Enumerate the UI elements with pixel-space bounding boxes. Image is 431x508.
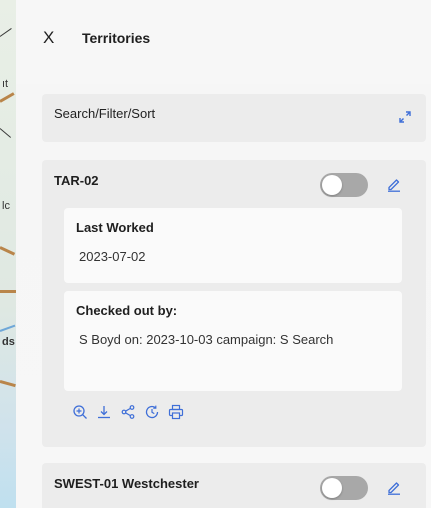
territory-toggle[interactable] [320,173,368,197]
checked-out-box: Checked out by: S Boyd on: 2023-10-03 ca… [64,291,402,391]
zoom-in-icon[interactable] [72,404,88,420]
print-icon[interactable] [168,404,184,420]
territory-card: SWEST-01 Westchester [42,463,426,508]
checked-out-value: S Boyd on: 2023-10-03 campaign: S Search [79,332,334,347]
expand-icon[interactable] [398,110,412,124]
search-filter-sort-label: Search/Filter/Sort [54,106,156,121]
territory-name: SWEST-01 Westchester [54,476,199,491]
search-filter-sort-bar[interactable]: Search/Filter/Sort [42,94,426,142]
map-label: ds [2,336,15,348]
panel-header: X Territories [16,0,431,84]
history-icon[interactable] [144,404,160,420]
territory-toggle[interactable] [320,476,368,500]
territories-panel: X Territories Search/Filter/Sort TAR-02 … [16,0,431,508]
edit-icon[interactable] [386,176,402,192]
last-worked-box: Last Worked 2023-07-02 [64,208,402,283]
last-worked-label: Last Worked [76,220,154,235]
territory-card: TAR-02 Last Worked 2023-07-02 Checked ou… [42,160,426,447]
edit-icon[interactable] [386,479,402,495]
panel-title: Territories [82,30,151,46]
download-icon[interactable] [96,404,112,420]
last-worked-value: 2023-07-02 [79,249,146,264]
share-icon[interactable] [120,404,136,420]
map-label: lc [2,200,10,212]
toggle-knob [322,478,342,498]
territory-name: TAR-02 [54,173,99,188]
map-label: ıt [2,78,9,90]
checked-out-label: Checked out by: [76,303,178,318]
map-background[interactable]: ıt lc ds [0,0,16,508]
toggle-knob [322,175,342,195]
close-button[interactable]: X [43,28,54,48]
